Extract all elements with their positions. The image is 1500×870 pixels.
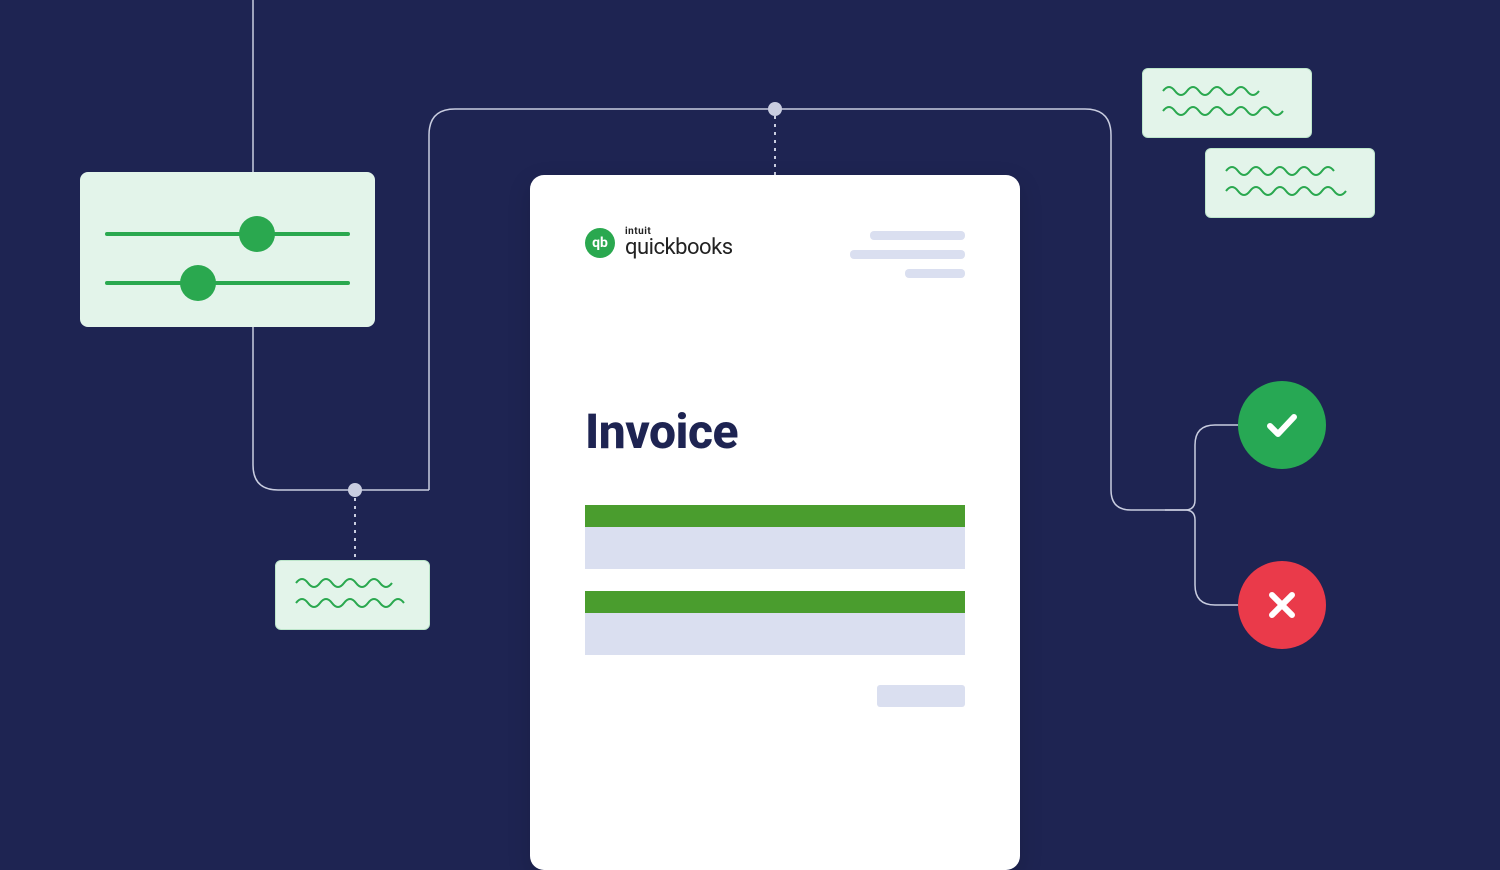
annotation-card-1 — [275, 560, 430, 630]
slider-1[interactable] — [105, 232, 350, 236]
row-header-bar — [585, 505, 965, 527]
squiggle-icon — [1224, 163, 1358, 199]
slider-1-knob[interactable] — [239, 216, 275, 252]
slider-2[interactable] — [105, 281, 350, 285]
row-body-bar — [585, 527, 965, 569]
row-body-bar — [585, 613, 965, 655]
invoice-row — [585, 505, 965, 569]
placeholder-line — [905, 269, 965, 278]
brand-name-label: quickbooks — [625, 237, 733, 259]
invoice-row — [585, 591, 965, 655]
approve-button[interactable] — [1238, 381, 1326, 469]
placeholder-line — [850, 250, 965, 259]
invoice-header: qb intuit quickbooks — [585, 227, 965, 278]
check-icon — [1260, 403, 1304, 447]
invoice-line-items — [585, 505, 965, 655]
squiggle-icon — [1161, 83, 1295, 119]
row-header-bar — [585, 591, 965, 613]
quickbooks-logo-mark: qb — [585, 228, 615, 258]
quickbooks-logo: qb intuit quickbooks — [585, 227, 733, 259]
slider-2-knob[interactable] — [180, 265, 216, 301]
invoice-total-placeholder — [585, 685, 965, 707]
annotation-card-3 — [1205, 148, 1375, 218]
reject-button[interactable] — [1238, 561, 1326, 649]
placeholder-pill — [877, 685, 965, 707]
invoice-document: qb intuit quickbooks Invoice — [530, 175, 1020, 870]
invoice-title: Invoice — [585, 403, 965, 460]
close-icon — [1262, 585, 1302, 625]
invoice-meta-placeholder — [850, 231, 965, 278]
placeholder-line — [870, 231, 965, 240]
settings-sliders-card — [80, 172, 375, 327]
annotation-card-2 — [1142, 68, 1312, 138]
squiggle-icon — [294, 575, 414, 611]
